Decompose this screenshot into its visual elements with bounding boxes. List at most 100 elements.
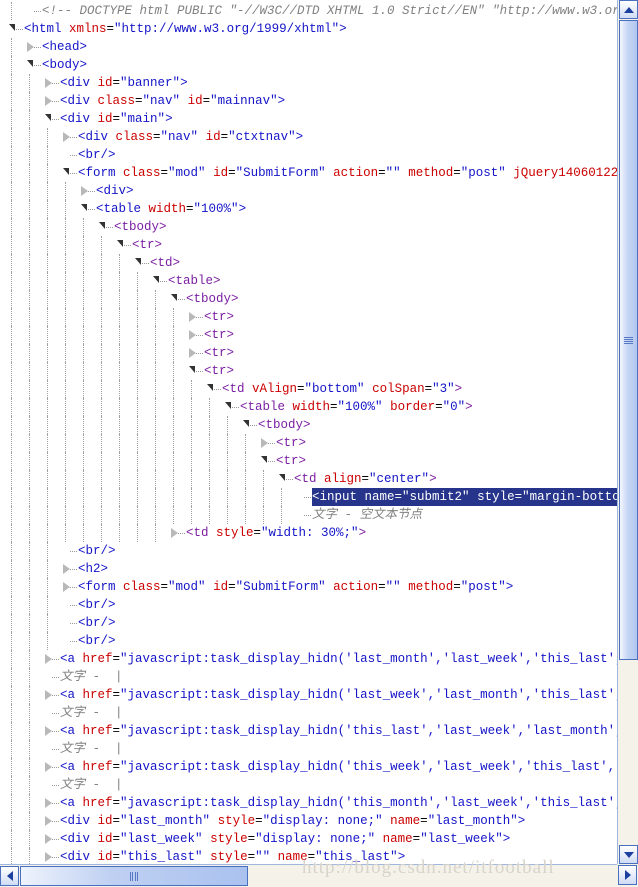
dom-tree-row[interactable]: <div class="nav" id="mainnav"> (0, 92, 617, 110)
expand-triangle-icon[interactable] (135, 258, 141, 265)
expand-triangle-icon[interactable] (45, 114, 51, 121)
dom-tree-row[interactable]: <br/> (0, 542, 617, 560)
dom-tree-row[interactable]: <body> (0, 56, 617, 74)
expand-triangle-icon[interactable] (171, 294, 177, 301)
collapse-triangle-icon[interactable] (63, 582, 70, 592)
dom-tree-row[interactable]: <tr> (0, 434, 617, 452)
dom-tree-row[interactable]: <td> (0, 254, 617, 272)
dom-node-label[interactable]: 文字 - | (60, 740, 123, 758)
collapse-triangle-icon[interactable] (45, 834, 52, 844)
dom-tree-row[interactable]: <tbody> (0, 290, 617, 308)
dom-tree-row[interactable]: <br/> (0, 614, 617, 632)
collapse-triangle-icon[interactable] (63, 132, 70, 142)
expand-triangle-icon[interactable] (243, 420, 249, 427)
dom-tree-row[interactable]: <form class="mod" id="SubmitForm" action… (0, 578, 617, 596)
dom-node-label[interactable]: <tr> (276, 452, 306, 470)
dom-tree-row[interactable]: <html xmlns="http://www.w3.org/1999/xhtm… (0, 20, 617, 38)
dom-node-label[interactable]: <a href="javascript:task_display_hidn('l… (60, 650, 617, 668)
dom-tree-row[interactable]: <div id="main"> (0, 110, 617, 128)
dom-node-label[interactable]: <br/> (78, 632, 116, 650)
dom-node-label[interactable]: <td> (150, 254, 180, 272)
dom-node-label[interactable]: <a href="javascript:task_display_hidn('t… (60, 794, 617, 812)
collapse-triangle-icon[interactable] (189, 330, 196, 340)
expand-triangle-icon[interactable] (63, 168, 69, 175)
dom-tree-row[interactable]: <br/> (0, 146, 617, 164)
dom-node-label[interactable]: <a href="javascript:task_display_hidn('l… (60, 686, 617, 704)
dom-tree-row[interactable]: <a href="javascript:task_display_hidn('l… (0, 650, 617, 668)
collapse-triangle-icon[interactable] (63, 564, 70, 574)
dom-tree-row[interactable]: <td style="width: 30%;"> (0, 524, 617, 542)
dom-node-label[interactable]: <table> (168, 272, 221, 290)
dom-tree-row[interactable]: 文字 - | (0, 776, 617, 794)
dom-tree-row[interactable]: <div class="nav" id="ctxtnav"> (0, 128, 617, 146)
dom-node-label[interactable]: 文字 - 空文本节点 (312, 506, 422, 524)
dom-tree-row[interactable]: <td align="center"> (0, 470, 617, 488)
dom-node-label[interactable]: <head> (42, 38, 87, 56)
dom-node-label[interactable]: <body> (42, 56, 87, 74)
collapse-triangle-icon[interactable] (45, 852, 52, 862)
dom-tree-row[interactable]: <tr> (0, 452, 617, 470)
dom-node-label[interactable]: <br/> (78, 146, 116, 164)
dom-node-label[interactable]: <br/> (78, 596, 116, 614)
horizontal-scrollbar-thumb[interactable] (20, 866, 248, 886)
scrollbar-right-arrow[interactable] (618, 865, 637, 885)
dom-node-label[interactable]: <div id="this_last" style="" name="this_… (60, 848, 405, 864)
collapse-triangle-icon[interactable] (45, 798, 52, 808)
dom-node-label[interactable]: <tr> (276, 434, 306, 452)
collapse-triangle-icon[interactable] (45, 726, 52, 736)
scrollbar-left-arrow[interactable] (0, 866, 19, 886)
dom-tree-row[interactable]: <tr> (0, 326, 617, 344)
collapse-triangle-icon[interactable] (45, 816, 52, 826)
dom-node-label[interactable]: <div id="last_month" style="display: non… (60, 812, 525, 830)
dom-node-label[interactable]: <br/> (78, 542, 116, 560)
dom-tree-row[interactable]: <table> (0, 272, 617, 290)
dom-tree-row[interactable]: <h2> (0, 560, 617, 578)
collapse-triangle-icon[interactable] (27, 42, 34, 52)
dom-node-label[interactable]: 文字 - | (60, 776, 123, 794)
dom-tree-row[interactable]: <br/> (0, 632, 617, 650)
dom-node-label[interactable]: <tbody> (258, 416, 311, 434)
dom-node-label[interactable]: <form class="mod" id="SubmitForm" action… (78, 164, 617, 182)
dom-node-label[interactable]: 文字 - | (60, 704, 123, 722)
dom-tree-row[interactable]: <div id="banner"> (0, 74, 617, 92)
dom-node-label[interactable]: <input name="submit2" style="margin-bott… (312, 488, 617, 506)
dom-tree-row[interactable]: <td vAlign="bottom" colSpan="3"> (0, 380, 617, 398)
expand-triangle-icon[interactable] (27, 60, 33, 67)
dom-node-label[interactable]: <td align="center"> (294, 470, 437, 488)
expand-triangle-icon[interactable] (207, 384, 213, 391)
dom-node-label[interactable]: <tr> (204, 344, 234, 362)
dom-tree-row[interactable]: <div id="this_last" style="" name="this_… (0, 848, 617, 864)
dom-tree-row[interactable]: <tr> (0, 362, 617, 380)
dom-tree-row[interactable]: <a href="javascript:task_display_hidn('t… (0, 758, 617, 776)
dom-tree-row[interactable]: 文字 - | (0, 740, 617, 758)
collapse-triangle-icon[interactable] (45, 78, 52, 88)
collapse-triangle-icon[interactable] (45, 690, 52, 700)
expand-triangle-icon[interactable] (153, 276, 159, 283)
dom-tree-row[interactable]: <div id="last_month" style="display: non… (0, 812, 617, 830)
collapse-triangle-icon[interactable] (189, 312, 196, 322)
dom-tree-row[interactable]: <tr> (0, 344, 617, 362)
dom-tree-row[interactable]: <div> (0, 182, 617, 200)
expand-triangle-icon[interactable] (189, 366, 195, 373)
expand-triangle-icon[interactable] (279, 474, 285, 481)
vertical-scrollbar[interactable] (617, 0, 638, 864)
dom-tree-row[interactable]: <table width="100%"> (0, 200, 617, 218)
dom-node-label[interactable]: <a href="javascript:task_display_hidn('t… (60, 758, 617, 776)
dom-node-label[interactable]: <h2> (78, 560, 108, 578)
scrollbar-up-arrow[interactable] (619, 0, 638, 19)
dom-tree-row[interactable]: <tr> (0, 308, 617, 326)
dom-node-label[interactable]: <td vAlign="bottom" colSpan="3"> (222, 380, 462, 398)
collapse-triangle-icon[interactable] (171, 528, 178, 538)
dom-node-label[interactable]: <div id="last_week" style="display: none… (60, 830, 510, 848)
dom-tree-row[interactable]: <head> (0, 38, 617, 56)
dom-node-label[interactable]: <a href="javascript:task_display_hidn('t… (60, 722, 617, 740)
expand-triangle-icon[interactable] (99, 222, 105, 229)
expand-triangle-icon[interactable] (9, 24, 15, 31)
dom-node-label[interactable]: <table width="100%" border="0"> (240, 398, 473, 416)
dom-node-label[interactable]: <div id="main"> (60, 110, 173, 128)
collapse-triangle-icon[interactable] (81, 186, 88, 196)
dom-tree-row[interactable]: <form class="mod" id="SubmitForm" action… (0, 164, 617, 182)
dom-node-label[interactable]: <form class="mod" id="SubmitForm" action… (78, 578, 513, 596)
vertical-scrollbar-thumb[interactable] (619, 20, 638, 660)
dom-tree-row[interactable]: 文字 - | (0, 704, 617, 722)
